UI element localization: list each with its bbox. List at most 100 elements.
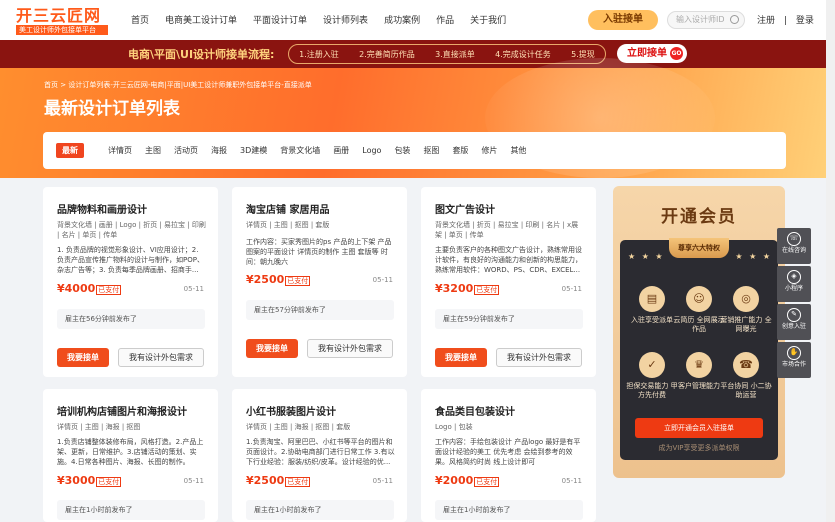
paid-badge: 已支付 (474, 477, 500, 487)
flow-step: 3.直接派单 (435, 49, 475, 59)
category-detail-page[interactable]: 详情页 (108, 145, 132, 156)
vip-feature-label: 云简历 全网展示作品 (673, 316, 725, 333)
order-date: 05-11 (561, 477, 582, 485)
order-price: ¥2500 已支付 (246, 474, 311, 487)
category-latest[interactable]: 最新 (56, 143, 84, 158)
breadcrumb[interactable]: 首页 > 设计订单列表-开三云匠网-电商|平面|UI美工设计师兼职外包接单平台-… (44, 80, 312, 90)
order-price: ¥2500 已支付 (246, 273, 311, 286)
category-template[interactable]: 套版 (452, 145, 468, 156)
order-date: 05-11 (561, 285, 582, 293)
order-card[interactable]: 培训机构店铺图片和海报设计 详情页 | 主图 | 海报 | 抠图 1.负责店铺整… (43, 389, 218, 522)
main-nav: 首页 电商美工设计订单 平面设计订单 设计师列表 成功案例 作品 关于我们 (131, 13, 522, 26)
accept-order-button[interactable]: 我要接单 (246, 339, 298, 358)
vip-promo-panel: 开通会员 尊享六大特权 ★ ★ ★ ★ ★ ★ ▤ 入驻享受派单 ☺ 云简历 全网展… (613, 186, 785, 478)
headset-icon: ☎ (733, 352, 759, 378)
vip-benefits: 尊享六大特权 ★ ★ ★ ★ ★ ★ ▤ 入驻享受派单 ☺ 云简历 全网展示作品 ◎… (620, 238, 778, 460)
order-description: 1.负责店铺整体装修布局，风格打造。2.产品上架、更新，日常维护。3.店铺活动的… (57, 438, 204, 466)
price-value: ¥2500 (246, 273, 285, 286)
order-tags: 详情页 | 主图 | 海报 | 抠图 (57, 423, 141, 431)
order-card[interactable]: 图文广告设计 背景文化墙 | 折页 | 易拉宝 | 印刷 | 名片 | x展架 … (421, 187, 596, 377)
outsource-request-button[interactable]: 我有设计外包需求 (118, 348, 204, 367)
category-cutout[interactable]: 抠图 (423, 145, 439, 156)
side-label: 市场合作 (781, 361, 806, 368)
order-title[interactable]: 品牌物料和画册设计 (57, 201, 147, 216)
category-other[interactable]: 其他 (510, 145, 526, 156)
search-input[interactable]: 输入设计师ID (667, 11, 745, 29)
category-retouch[interactable]: 修片 (481, 145, 497, 156)
nav-item-cases[interactable]: 成功案例 (384, 13, 420, 26)
login-link[interactable]: 登录 (796, 16, 814, 26)
nav-item-graphic-orders[interactable]: 平面设计订单 (253, 13, 307, 26)
side-mini-program[interactable]: ◈ 小程序 (777, 266, 811, 302)
category-poster[interactable]: 海报 (211, 145, 227, 156)
order-price: ¥3200 已支付 (435, 282, 500, 295)
price-value: ¥3200 (435, 282, 474, 295)
accept-order-button[interactable]: 我要接单 (435, 348, 487, 367)
go-badge-icon: GO (670, 47, 683, 60)
category-main-image[interactable]: 主图 (145, 145, 161, 156)
outsource-request-button[interactable]: 我有设计外包需求 (496, 348, 582, 367)
order-title[interactable]: 小红书服装图片设计 (246, 403, 336, 418)
order-title[interactable]: 淘宝店铺 家居用品 (246, 201, 329, 216)
paid-badge: 已支付 (474, 285, 500, 295)
nav-item-designers[interactable]: 设计师列表 (323, 13, 368, 26)
resume-icon: ☺ (686, 286, 712, 312)
order-card[interactable]: 小红书服装图片设计 详情页 | 主图 | 海报 | 抠图 | 套版 1.负责淘宝… (232, 389, 407, 522)
outsource-request-button[interactable]: 我有设计外包需求 (307, 339, 393, 358)
category-packaging[interactable]: 包装 (394, 145, 410, 156)
open-vip-button[interactable]: 立即开通会员入驻接单 (635, 418, 763, 438)
vip-feature: ✓ 担保交易能力 甲方先付费 (626, 352, 678, 400)
paid-badge: 已支付 (96, 285, 122, 295)
order-price: ¥2000 已支付 (435, 474, 500, 487)
vip-feature-label: 平台协同 小二协助运营 (720, 382, 772, 399)
vip-feature: ▤ 入驻享受派单 (626, 286, 678, 325)
order-date: 05-11 (372, 276, 393, 284)
vip-title: 开通会员 (661, 207, 737, 227)
vip-ribbon: 尊享六大特权 (669, 238, 729, 258)
order-description: 工作内容：手绘包装设计 产品logo 最好是有平面设计经验的美工 优先考虑 会绘… (435, 438, 581, 466)
star-icon: ★ ★ ★ (735, 252, 772, 261)
order-price: ¥4000 已支付 (57, 282, 122, 295)
side-online-consult[interactable]: ☏ 在线咨询 (777, 228, 811, 264)
side-label: 小程序 (784, 285, 803, 292)
nav-item-ecommerce-orders[interactable]: 电商美工设计订单 (165, 13, 237, 26)
order-description: 工作内容：买家秀图片的ps 产品的上下架 产品图案的平面设计 详情页的制作 主图… (246, 238, 392, 266)
nav-item-about[interactable]: 关于我们 (470, 13, 506, 26)
site-logo[interactable]: 开三云匠网 美工设计师外包接单平台 (16, 7, 108, 35)
search-icon[interactable] (730, 15, 739, 24)
nav-item-home[interactable]: 首页 (131, 13, 149, 26)
category-activity-page[interactable]: 活动页 (174, 145, 198, 156)
order-title[interactable]: 图文广告设计 (435, 201, 495, 216)
category-logo[interactable]: Logo (362, 146, 381, 155)
shield-icon: ✓ (639, 352, 665, 378)
order-card[interactable]: 淘宝店铺 家居用品 详情页 | 主图 | 抠图 | 套版 工作内容：买家秀图片的… (232, 187, 407, 377)
order-title[interactable]: 培训机构店铺图片和海报设计 (57, 403, 187, 418)
category-brochure[interactable]: 画册 (333, 145, 349, 156)
paid-badge: 已支付 (285, 477, 311, 487)
order-card[interactable]: 食品类目包装设计 Logo | 包装 工作内容：手绘包装设计 产品logo 最好… (421, 389, 596, 522)
vip-feature: ☎ 平台协同 小二协助运营 (720, 352, 772, 400)
join-button[interactable]: 入驻接单 (588, 10, 658, 30)
globe-icon: ◎ (733, 286, 759, 312)
logo-sub-text: 美工设计师外包接单平台 (16, 25, 108, 35)
order-tags: 背景文化墙 | 折页 | 易拉宝 | 印刷 | 名片 | x展架 | 单页 | … (435, 221, 579, 239)
customer-icon: ♛ (686, 352, 712, 378)
flow-title: 电商\平面\UI设计师接单流程: (128, 48, 275, 61)
category-3d-modeling[interactable]: 3D建模 (240, 145, 267, 156)
order-price: ¥3000 已支付 (57, 474, 122, 487)
side-creative-join[interactable]: ✎ 创意入驻 (777, 304, 811, 340)
register-link[interactable]: 注册 (757, 16, 775, 26)
order-date: 05-11 (183, 477, 204, 485)
publish-note: 雇主在1小时前发布了 (435, 500, 583, 520)
headset-icon: ☏ (787, 232, 801, 246)
document-icon: ▤ (639, 286, 665, 312)
order-title[interactable]: 食品类目包装设计 (435, 403, 515, 418)
side-market-cooperation[interactable]: ✋ 市场合作 (777, 342, 811, 378)
order-date: 05-11 (372, 477, 393, 485)
accept-order-button[interactable]: 我要接单 (57, 348, 109, 367)
page-scrollbar[interactable] (826, 0, 835, 522)
category-culture-wall[interactable]: 背景文化墙 (280, 145, 320, 156)
nav-item-works[interactable]: 作品 (436, 13, 454, 26)
price-value: ¥2000 (435, 474, 474, 487)
order-card[interactable]: 品牌物料和画册设计 背景文化墙 | 画册 | Logo | 折页 | 易拉宝 |… (43, 187, 218, 377)
